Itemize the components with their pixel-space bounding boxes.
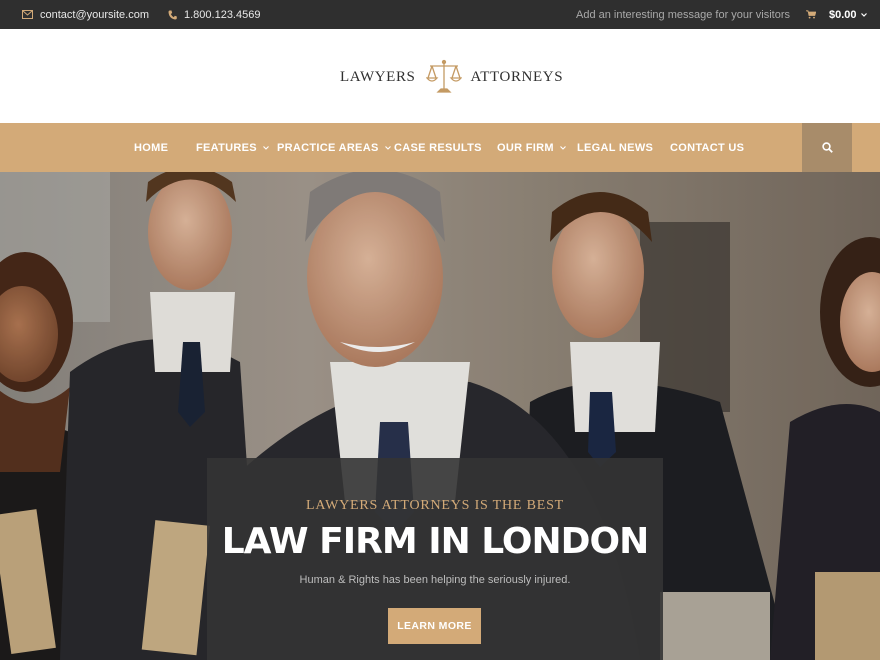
search-icon xyxy=(821,142,833,153)
hero-slider: LAWYERS ATTORNEYS IS THE BEST LAW FIRM I… xyxy=(0,172,880,660)
hero-subtext: Human & Rights has been helping the seri… xyxy=(299,574,571,586)
nav-label: HOME xyxy=(134,141,169,154)
main-navigation: HOME FEATURES PRACTICE AREAS CASE RESULT… xyxy=(0,123,880,172)
phone-icon xyxy=(168,10,177,19)
topbar-message: Add an interesting message for your visi… xyxy=(576,0,790,29)
site-header: LAWYERS ATTORNEYS xyxy=(0,29,880,123)
search-button[interactable] xyxy=(802,123,852,172)
mail-icon xyxy=(22,10,33,19)
nav-label: CONTACT US xyxy=(670,141,745,154)
cart-icon xyxy=(806,10,816,19)
contact-email[interactable]: contact@yoursite.com xyxy=(22,0,149,29)
cart-total: $0.00 xyxy=(829,8,857,21)
site-logo[interactable]: LAWYERS ATTORNEYS xyxy=(340,57,563,97)
nav-item-contact-us[interactable]: CONTACT US xyxy=(670,123,744,172)
cart-button[interactable]: $0.00 xyxy=(806,0,867,29)
nav-label: FEATURES xyxy=(196,141,257,154)
chevron-down-icon xyxy=(384,145,391,150)
nav-label: LEGAL NEWS xyxy=(577,141,654,154)
hero-headline: LAW FIRM IN LONDON xyxy=(221,521,650,562)
phone-text: 1.800.123.4569 xyxy=(184,8,261,21)
hero-caption-box: LAWYERS ATTORNEYS IS THE BEST LAW FIRM I… xyxy=(207,458,663,660)
nav-item-features[interactable]: FEATURES xyxy=(196,123,269,172)
logo-word-right: ATTORNEYS xyxy=(470,68,564,85)
email-text: contact@yoursite.com xyxy=(40,8,149,21)
nav-item-our-firm[interactable]: OUR FIRM xyxy=(497,123,566,172)
chevron-down-icon xyxy=(860,12,867,17)
nav-label: OUR FIRM xyxy=(497,141,554,154)
nav-label: PRACTICE AREAS xyxy=(277,141,379,154)
learn-more-button[interactable]: LEARN MORE xyxy=(388,608,481,644)
logo-word-left: LAWYERS xyxy=(340,68,416,85)
topbar-message-text: Add an interesting message for your visi… xyxy=(576,8,790,21)
nav-item-home[interactable]: HOME xyxy=(134,123,168,172)
chevron-down-icon xyxy=(559,145,566,150)
hero-kicker: LAWYERS ATTORNEYS IS THE BEST xyxy=(305,498,565,513)
chevron-down-icon xyxy=(262,145,269,150)
nav-item-legal-news[interactable]: LEGAL NEWS xyxy=(577,123,653,172)
nav-label: CASE RESULTS xyxy=(394,141,482,154)
nav-item-practice-areas[interactable]: PRACTICE AREAS xyxy=(277,123,391,172)
nav-item-case-results[interactable]: CASE RESULTS xyxy=(394,123,482,172)
scales-of-justice-icon xyxy=(425,59,462,93)
contact-phone[interactable]: 1.800.123.4569 xyxy=(168,0,260,29)
top-bar: contact@yoursite.com 1.800.123.4569 Add … xyxy=(0,0,880,29)
